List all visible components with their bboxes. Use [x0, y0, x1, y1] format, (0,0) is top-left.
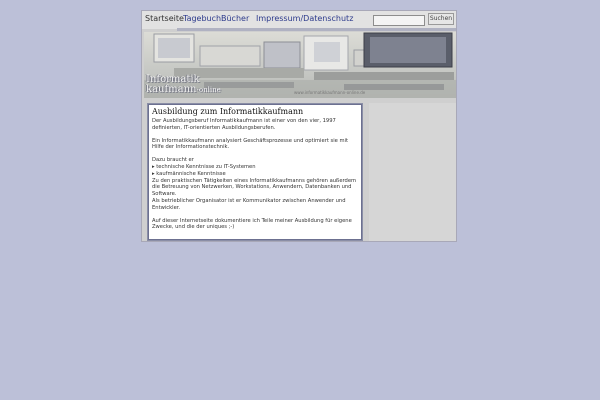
banner-logo-suffix: -online [196, 86, 221, 94]
description-paragraph: Ein Informatikkaufmann analysiert Geschä… [152, 137, 349, 151]
intro-paragraph: Der Ausbildungsberuf Informatikkaufmann … [152, 118, 336, 131]
nav-item-impressum[interactable]: Impressum/Datenschutz [256, 14, 353, 24]
nav-item-buecher[interactable]: Bücher [221, 14, 249, 24]
nav-item-startseite[interactable]: Startseite [145, 14, 184, 24]
page-title: Ausbildung zum Informatikkaufmann [152, 107, 304, 116]
banner-logo-word: kaufmann [146, 84, 197, 95]
search-input[interactable] [373, 15, 425, 26]
main-content: Ausbildung zum Informatikkaufmann Der Au… [147, 103, 363, 241]
site-purpose-paragraph: Auf dieser Internetseite dokumentiere ic… [152, 217, 352, 231]
top-navigation-bar: Startseite Tagebuch Bücher Impressum/Dat… [142, 11, 456, 29]
sidebar [369, 103, 456, 241]
accent-divider [177, 28, 456, 31]
role-paragraph: Als betrieblicher Organisator ist er Kom… [152, 197, 346, 211]
tasks-paragraph: Zu den praktischen Tätigkeiten eines Inf… [152, 177, 357, 198]
list-item: technische Kenntnisse zu IT-Systemen [152, 164, 358, 171]
banner-tagline: www.informatikkaufmann-online.de [294, 90, 366, 95]
banner-logo-line2: kaufmann-online [146, 85, 221, 95]
header-banner: Informatik kaufmann-online www.informati… [144, 32, 456, 98]
page-frame: Startseite Tagebuch Bücher Impressum/Dat… [141, 10, 457, 242]
search-button[interactable]: Suchen [428, 13, 454, 25]
requirements-intro: Dazu braucht er [152, 157, 194, 164]
nav-item-tagebuch[interactable]: Tagebuch [183, 14, 221, 24]
list-item: kaufmännische Kenntnisse [152, 171, 358, 178]
